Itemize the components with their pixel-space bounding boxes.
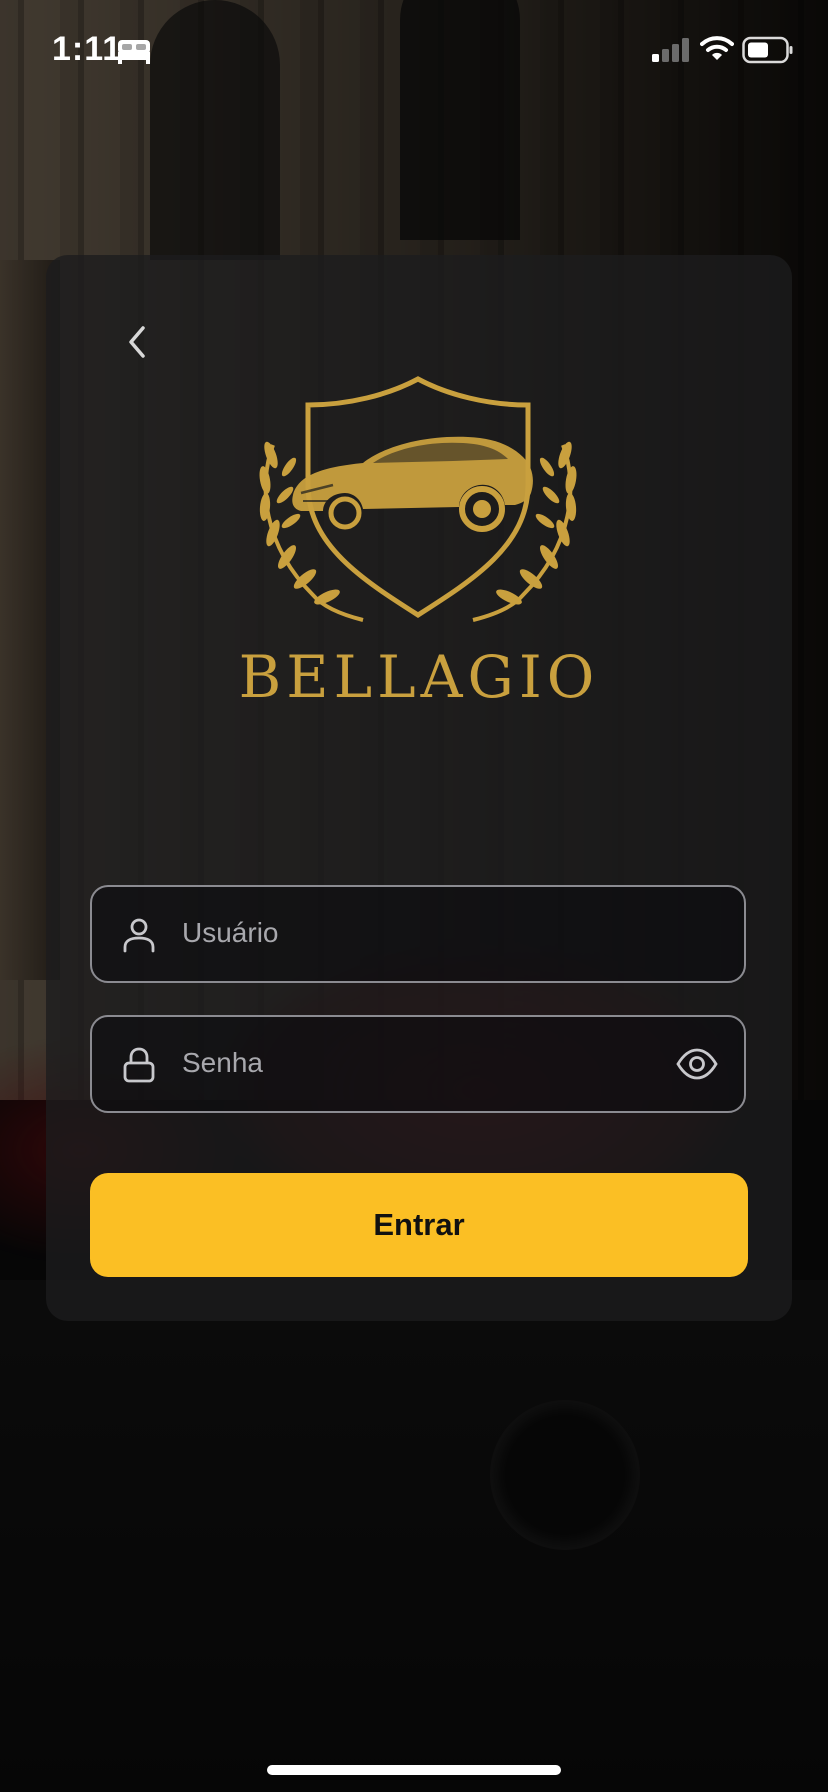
password-field[interactable]: Senha xyxy=(90,1015,746,1113)
battery-icon xyxy=(742,36,793,64)
username-placeholder: Usuário xyxy=(182,917,279,948)
bed-icon xyxy=(118,40,150,64)
username-field[interactable]: Usuário xyxy=(90,885,746,983)
signal-icon xyxy=(652,38,689,62)
login-button[interactable]: Entrar xyxy=(90,1173,748,1277)
eye-icon[interactable] xyxy=(676,1047,718,1081)
password-placeholder: Senha xyxy=(182,1047,263,1078)
login-card: BELLAGIO Usuário Senha Entrar xyxy=(46,255,792,1321)
brand-name: BELLAGIO xyxy=(238,643,600,711)
back-button[interactable] xyxy=(112,317,162,367)
bellagio-logo xyxy=(259,376,577,622)
user-icon xyxy=(123,918,155,953)
status-time: 1:11 xyxy=(52,30,123,68)
back-chevron-icon xyxy=(129,326,145,358)
home-indicator xyxy=(267,1765,561,1775)
status-bar: 1:11 xyxy=(0,0,828,100)
lock-icon xyxy=(123,1047,155,1083)
wifi-icon xyxy=(700,36,734,60)
